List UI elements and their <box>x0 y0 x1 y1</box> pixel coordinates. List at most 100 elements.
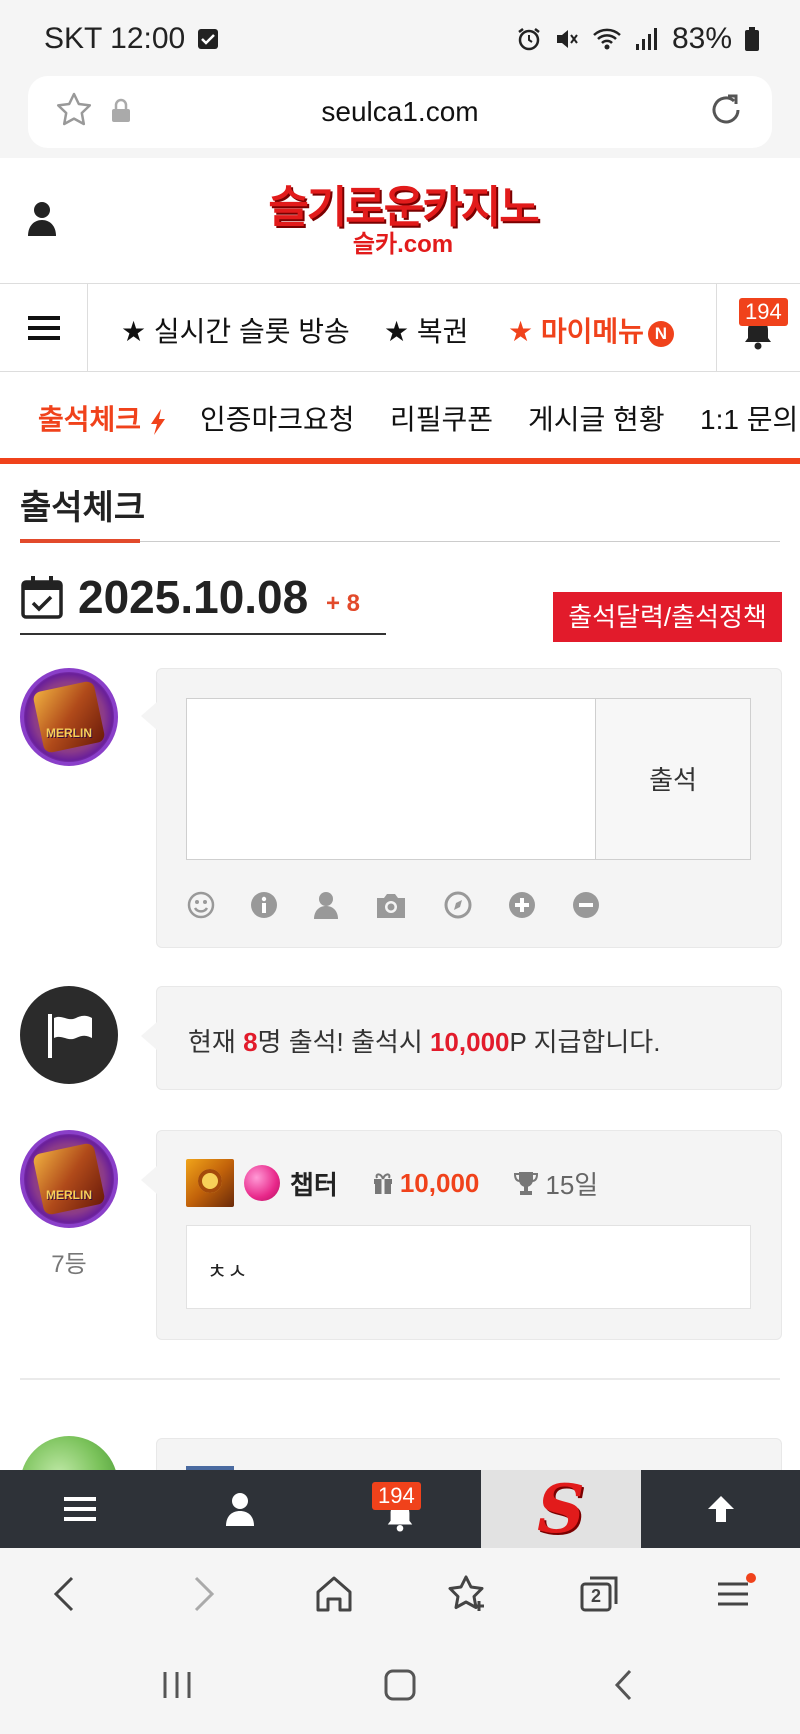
site-header: 슬기로운카지노 슬카.com <box>0 158 800 284</box>
compass-icon[interactable] <box>443 890 473 920</box>
menu-icon <box>718 1573 756 1606</box>
sub-tabs: 출석체크 인증마크요청 리필쿠폰 게시글 현황 1:1 문의 <box>0 372 800 464</box>
notice-points: 10,000 <box>429 1027 510 1057</box>
main-nav: ★ 실시간 슬롯 방송 ★ 복권 ★ 마이메뉴 N 194 <box>0 284 800 372</box>
bolt-icon <box>150 408 165 435</box>
plus-circle-icon[interactable] <box>507 890 537 920</box>
trophy-icon <box>514 1172 539 1195</box>
card-pointer <box>141 702 157 730</box>
date-underline <box>20 633 386 635</box>
nav-live-slot[interactable]: ★ 실시간 슬롯 방송 <box>121 310 350 350</box>
hamburger-menu-button[interactable] <box>0 284 88 372</box>
nav-my-menu-label: ★ 마이메뉴 <box>508 316 644 347</box>
tabs-button[interactable]: 2 <box>578 1572 622 1616</box>
home-icon[interactable] <box>312 1572 356 1616</box>
gift-icon <box>373 1173 392 1194</box>
minus-circle-icon[interactable] <box>571 890 601 920</box>
browser-menu-button[interactable] <box>712 1572 756 1616</box>
tab-cert-mark-request[interactable]: 인증마크요청 <box>200 398 355 438</box>
entry-points: 10,000 <box>372 1167 480 1199</box>
bookmarks-icon[interactable] <box>444 1572 488 1616</box>
mute-icon <box>556 30 578 48</box>
title-underline <box>20 539 140 543</box>
tab-refill-coupon[interactable]: 리필쿠폰 <box>390 398 493 438</box>
carrier-time: SKT 12:00 <box>44 22 186 55</box>
alarm-icon <box>518 28 540 51</box>
entry-points-value: 10,000 <box>399 1167 480 1198</box>
system-back-icon[interactable] <box>608 1668 642 1702</box>
notice-count: 8 <box>243 1027 258 1057</box>
forward-icon[interactable] <box>180 1572 224 1616</box>
tab-attendance[interactable]: 출석체크 <box>38 398 167 438</box>
person-icon[interactable] <box>311 890 341 920</box>
system-nav-bar <box>0 1640 800 1734</box>
wifi-icon <box>593 28 621 50</box>
entry-comment: ㅊㅅ <box>186 1225 751 1309</box>
bottom-user-button[interactable] <box>200 1470 280 1548</box>
site-s-logo-button[interactable]: S <box>481 1470 641 1548</box>
flag-avatar <box>20 986 118 1084</box>
tab-inquiry[interactable]: 1:1 문의 <box>700 398 798 438</box>
entry-divider <box>20 1378 780 1380</box>
site-bottom-nav: 194 S <box>0 1470 800 1548</box>
emoji-icon[interactable] <box>186 890 216 920</box>
signal-icon <box>635 28 657 50</box>
avatar-text: MERLIN <box>46 1188 92 1202</box>
arrow-up-icon <box>708 1496 734 1522</box>
battery-percent: 83% <box>671 22 732 55</box>
attend-button[interactable]: 출석 <box>595 698 751 860</box>
s-logo: S <box>537 1470 585 1548</box>
nav-my-menu[interactable]: ★ 마이메뉴 N <box>508 310 674 350</box>
notice-prefix: 현재 <box>188 1027 244 1057</box>
level-icon <box>186 1159 234 1207</box>
notice-mid: 명 출석! 출석시 <box>257 1027 430 1057</box>
tab-post-status[interactable]: 게시글 현황 <box>528 398 665 438</box>
my-avatar: MERLIN <box>20 668 118 766</box>
site-logo[interactable]: 슬기로운카지노 슬카.com <box>258 184 548 264</box>
user-icon[interactable] <box>28 200 56 236</box>
logo-title: 슬기로운카지노 <box>268 183 539 232</box>
nav-lottery[interactable]: ★ 복권 <box>384 310 468 350</box>
entry-meta: 챕터 10,000 15일 <box>186 1159 598 1207</box>
entry-avatar[interactable]: MERLIN <box>20 1130 118 1228</box>
bottom-menu-button[interactable] <box>40 1470 120 1548</box>
logo-domain: 슬카.com <box>352 231 454 258</box>
user-icon <box>226 1493 254 1526</box>
check-box-icon <box>198 29 219 49</box>
page-title: 출석체크 <box>20 489 146 527</box>
entry-rank: 7등 <box>51 1251 87 1278</box>
entry-streak-value: 15일 <box>545 1169 599 1200</box>
attendance-calendar-button[interactable]: 출석달력/출석정책 <box>553 592 782 642</box>
reload-icon[interactable] <box>706 90 746 130</box>
flag-icon <box>48 1014 92 1058</box>
hamburger-icon <box>27 316 60 340</box>
card-pointer <box>141 1022 157 1050</box>
url-text[interactable]: seulca1.com <box>28 96 772 128</box>
entry-streak: 15일 <box>513 1165 598 1202</box>
battery-icon <box>745 27 759 51</box>
avatar-text: MERLIN <box>46 726 92 740</box>
scroll-top-button[interactable] <box>681 1470 761 1548</box>
recent-apps-icon[interactable] <box>160 1668 194 1702</box>
url-bar[interactable]: seulca1.com <box>28 76 772 148</box>
tab-count: 2 <box>590 1586 601 1606</box>
grade-gem-icon <box>244 1165 280 1201</box>
entry-comment-text: ㅊㅅ <box>207 1259 248 1284</box>
new-badge: N <box>647 320 674 347</box>
entry-username[interactable]: 챕터 <box>290 1165 338 1202</box>
info-icon[interactable] <box>249 890 279 920</box>
calendar-check-icon <box>21 576 63 619</box>
comment-input[interactable] <box>186 698 596 860</box>
bottom-notification-count: 194 <box>372 1482 421 1510</box>
attendance-date: 2025.10.08 <box>78 571 309 623</box>
tab-attendance-label: 출석체크 <box>38 404 142 435</box>
camera-icon[interactable] <box>374 890 408 920</box>
notification-button[interactable]: 194 <box>716 284 800 372</box>
home-button-icon[interactable] <box>383 1668 417 1702</box>
notification-count-badge: 194 <box>739 298 788 326</box>
card-pointer <box>141 1166 157 1194</box>
notice-suffix: P 지급합니다. <box>509 1027 661 1057</box>
status-bar: SKT 12:00 83% <box>0 0 800 80</box>
date-delta: + 8 <box>326 590 361 617</box>
back-icon[interactable] <box>44 1572 88 1616</box>
